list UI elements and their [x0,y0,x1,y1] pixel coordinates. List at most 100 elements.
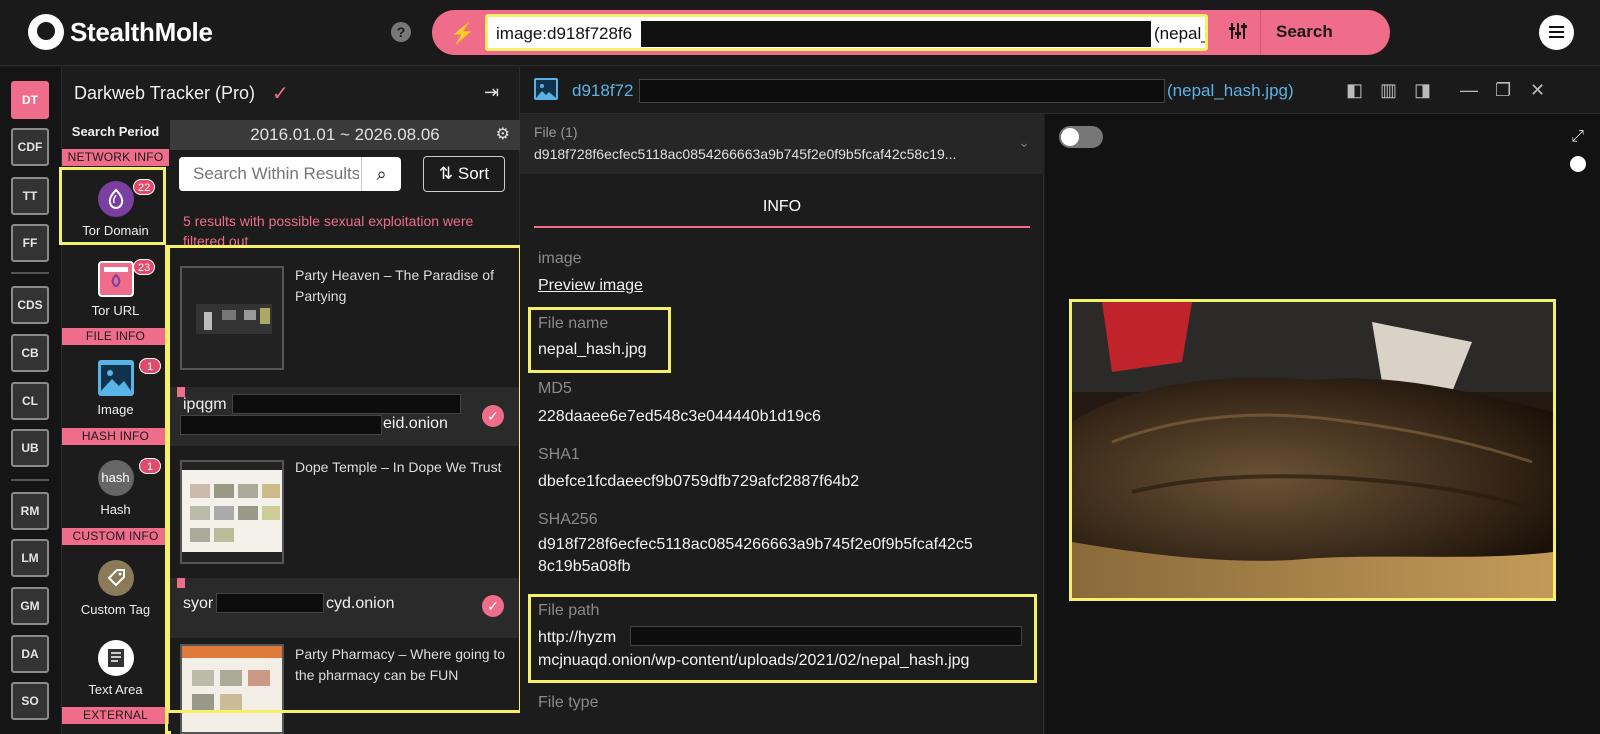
nav-ff[interactable]: FF [11,224,49,262]
nav-cdf[interactable]: CDF [11,128,49,166]
sort-arrows-icon: ⇅ [438,164,454,183]
image-preview-pane: ⤢ [1045,114,1600,734]
search-period-value: 2016.01.01 ~ 2026.08.06 [250,125,440,144]
tor-browser-window-icon [97,261,134,297]
nav-so[interactable]: SO [11,682,49,720]
filepath-line2: mcjnuaqd.onion/wp-content/uploads/2021/0… [538,652,970,669]
fullscreen-icon[interactable]: ⤢ [1571,128,1584,146]
sha256-value-line2: 8c19b5a08fb [538,558,631,575]
split-right-icon[interactable]: ◨ [1414,80,1431,101]
result-card[interactable]: Party Pharmacy – Where going to the phar… [170,638,520,734]
category-text-area[interactable]: Text Area [62,640,169,697]
section-network-info: NETWORK INFO [62,149,169,166]
lightning-icon[interactable]: ⚡ [450,21,475,46]
verified-check-icon: ✓ [482,405,504,427]
sort-button[interactable]: ⇅ Sort [423,156,505,192]
section-hash-info: HASH INFO [62,428,169,445]
query-text-end: (nepal_l [1154,24,1205,43]
section-file-info: FILE INFO [62,328,169,345]
filter-settings-icon[interactable]: ⚙ [496,120,510,150]
result-card[interactable]: Dope Temple – In Dope We Trust [170,447,520,578]
preview-image-link[interactable]: Preview image [538,275,643,296]
sha1-value: dbefce1fcdaeecf9b0759dfb729afcf2887f64b2 [538,473,860,490]
nav-lm[interactable]: LM [11,539,49,577]
collapse-panel-icon[interactable]: ⇥ [484,82,499,103]
result-thumbnail [180,644,284,734]
file-selector[interactable]: File (1) d918f728f6ecfec5118ac0854266663… [520,114,1044,174]
filtered-warning: 5 results with possible sexual exploitat… [183,213,474,249]
nav-ub[interactable]: UB [11,429,49,467]
count-badge: 1 [139,358,161,374]
redaction-bar [216,593,324,613]
left-nav: DT CDF TT FF CDS CB CL UB RM LM GM DA SO [0,67,62,734]
nav-tt[interactable]: TT [11,177,49,215]
nav-rm[interactable]: RM [11,492,49,530]
restore-icon[interactable]: ❐ [1495,80,1511,101]
search-period[interactable]: 2016.01.01 ~ 2026.08.06 ⚙ [170,120,520,150]
sha256-value-line1: d918f728f6ecfec5118ac0854266663a9b745f2e… [538,536,973,553]
sliders-icon[interactable] [1228,21,1248,47]
nav-cb[interactable]: CB [11,334,49,372]
category-tor-domain[interactable]: 22 Tor Domain [62,179,169,238]
nav-da[interactable]: DA [11,635,49,673]
section-external: EXTERNAL [62,707,169,724]
filepath-line1: http://hyzm [538,629,617,646]
nav-dt[interactable]: DT [11,81,49,119]
category-image[interactable]: 1 Image [62,358,169,417]
redaction-bar [639,79,1165,103]
search-icon[interactable]: ⌕ [361,157,401,191]
search-input[interactable]: image:d918f728f6 (nepal_l [485,14,1208,51]
result-domain-row[interactable]: syor cyd.onion ✓ [170,578,520,638]
hamburger-icon[interactable] [1539,15,1574,50]
tab-info[interactable]: INFO [534,186,1030,228]
filename-label: File name [538,315,609,332]
result-title[interactable]: Dope Temple – In Dope We Trust [295,457,515,478]
sha1-label: SHA1 [538,446,580,463]
close-icon[interactable]: ✕ [1530,80,1545,101]
search-within-results: ⌕ [179,157,401,191]
result-thumbnail [180,460,284,564]
help-circle-icon[interactable]: ? [391,22,411,42]
minimize-icon[interactable]: — [1460,80,1478,101]
hash-icon: hash [97,460,134,496]
redaction-bar [232,394,461,414]
text-area-icon [97,640,134,676]
section-custom-info: CUSTOM INFO [62,528,169,545]
preview-image[interactable] [1069,299,1556,601]
hash-photo-illustration [1072,302,1553,598]
nav-gm[interactable]: GM [11,587,49,625]
sort-label: Sort [457,164,490,183]
split-left-icon[interactable]: ◧ [1346,80,1363,101]
file-hash: d918f728f6ecfec5118ac0854266663a9b745f2e… [534,146,957,162]
search-within-input[interactable] [179,157,359,191]
result-title[interactable]: Party Pharmacy – Where going to the phar… [295,644,515,686]
query-text-start: image:d918f728f6 [496,24,633,43]
sha256-label: SHA256 [538,511,598,528]
app-logo[interactable]: StealthMole [28,12,213,52]
results-panel: Darkweb Tracker (Pro) ✓ ⇥ Search Period … [59,67,522,734]
category-label: Tor Domain [82,223,149,238]
info-column: File (1) d918f728f6ecfec5118ac0854266663… [520,114,1044,734]
category-label: Text Area [88,682,143,697]
nav-cl[interactable]: CL [11,382,49,420]
result-domain-row[interactable]: ipqgm eid.onion ✓ [170,387,520,446]
search-period-label: Search Period [71,124,160,139]
verified-check-icon: ✓ [482,595,504,617]
category-hash[interactable]: hash 1 Hash [62,458,169,517]
category-custom-tag[interactable]: Custom Tag [62,560,169,617]
preview-toggle[interactable] [1059,126,1103,148]
split-center-icon[interactable]: ▥ [1380,80,1397,101]
result-title[interactable]: Party Heaven – The Paradise of Partying [295,265,515,307]
detail-pane: d918f72 (nepal_hash.jpg) ◧ ▥ ◨ — ❐ ✕ Fil… [520,67,1600,734]
detail-filename[interactable]: (nepal_hash.jpg) [1167,81,1294,101]
result-card[interactable]: Party Heaven – The Paradise of Partying [170,251,520,387]
detail-hash[interactable]: d918f72 [572,81,633,101]
category-tor-url[interactable]: 23 Tor URL [62,259,169,318]
image-label: image [538,250,582,267]
check-icon: ✓ [272,83,289,105]
search-button[interactable]: Search [1276,22,1333,42]
nav-cds[interactable]: CDS [11,286,49,324]
divider [1260,10,1261,55]
count-badge: 1 [139,458,161,474]
status-dot [1570,156,1586,172]
